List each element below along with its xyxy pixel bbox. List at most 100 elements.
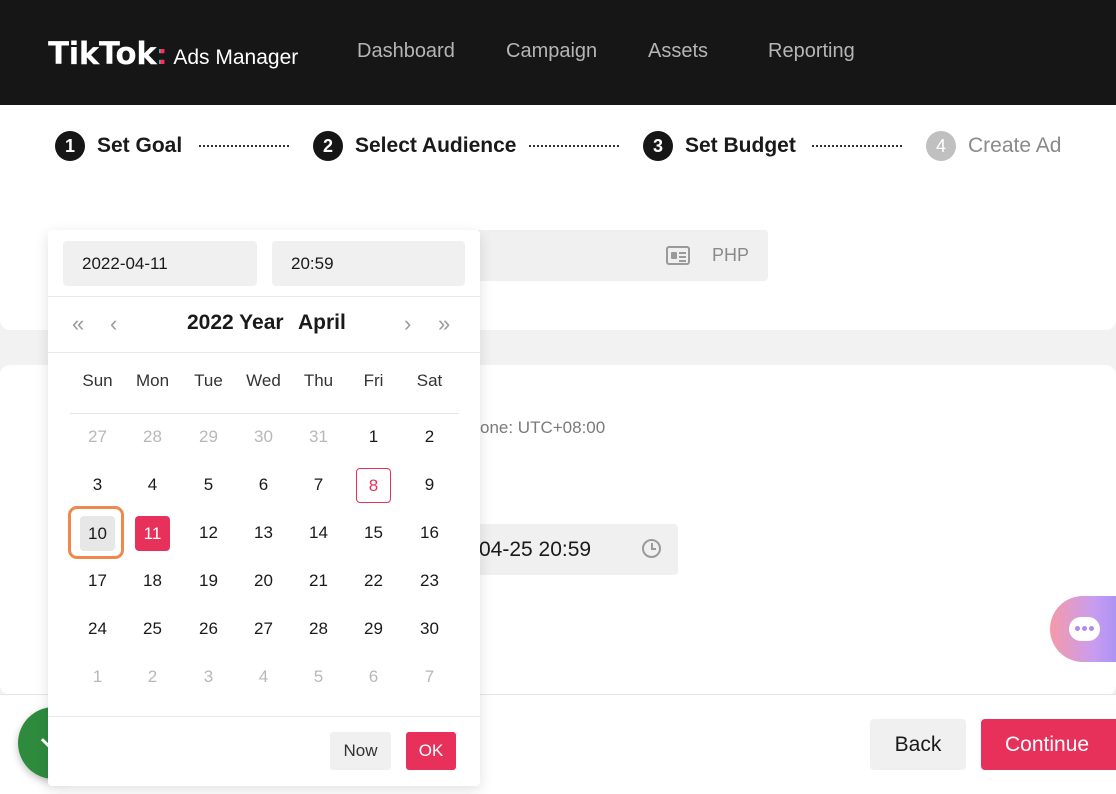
calendar-day[interactable]: 23 [402, 564, 457, 598]
prev-month-button[interactable]: ‹ [110, 309, 117, 339]
calendar-day[interactable]: 9 [402, 468, 457, 502]
divider [48, 716, 480, 717]
timezone-text: one: UTC+08:00 [480, 418, 606, 437]
calendar-day[interactable]: 27 [70, 420, 125, 454]
step-create-ad: 4 Create Ad [926, 131, 1061, 161]
year-label[interactable]: 2022 Year [187, 311, 284, 335]
calendar-day[interactable]: 3 [70, 468, 125, 502]
calendar-day[interactable]: 17 [70, 564, 125, 598]
chat-icon [1069, 617, 1100, 641]
time-input[interactable] [272, 241, 465, 286]
weekday-header: Sat [416, 371, 443, 390]
calendar-day[interactable]: 21 [291, 564, 346, 598]
calendar-day-number: 16 [420, 523, 439, 542]
calendar-day-number: 3 [92, 475, 103, 494]
budget-amount-field[interactable]: PHP [470, 230, 768, 281]
calendar-day[interactable]: 5 [291, 660, 346, 694]
calendar-day[interactable]: 7 [291, 468, 346, 502]
continue-button[interactable]: Continue [981, 719, 1116, 770]
calendar-day-number: 11 [135, 516, 170, 551]
next-month-button[interactable]: › [404, 309, 411, 339]
nav-assets[interactable]: Assets [648, 40, 708, 63]
calendar-day-number: 4 [147, 475, 158, 494]
nav-dashboard[interactable]: Dashboard [357, 40, 455, 63]
calendar-day-number: 30 [420, 619, 439, 638]
calendar-day-number: 14 [309, 523, 328, 542]
calendar-day[interactable]: 1 [346, 420, 401, 454]
date-input[interactable] [63, 241, 257, 286]
weekday-header: Sun [82, 371, 113, 390]
calendar-day[interactable]: 13 [236, 516, 291, 550]
calendar-day[interactable]: 27 [236, 612, 291, 646]
calendar-day[interactable]: 6 [346, 660, 401, 694]
calendar-day[interactable]: 30 [402, 612, 457, 646]
nav-campaign[interactable]: Campaign [506, 40, 597, 63]
nav-reporting[interactable]: Reporting [768, 40, 855, 63]
prev-year-button[interactable]: « [72, 309, 84, 339]
calendar-day[interactable]: 4 [236, 660, 291, 694]
calendar-day-number: 19 [199, 571, 218, 590]
end-time-value: 04-25 20:59 [479, 538, 592, 561]
end-time-field[interactable]: 04-25 20:59 [470, 524, 678, 575]
calendar-day[interactable]: 18 [125, 564, 180, 598]
calendar-day-number: 9 [424, 475, 435, 494]
calendar-day[interactable]: 7 [402, 660, 457, 694]
calendar-day[interactable]: 28 [291, 612, 346, 646]
calendar-day-number: 15 [364, 523, 383, 542]
tiktok-ads-manager-logo[interactable]: TikTok : Ads Manager [48, 36, 298, 72]
calendar-day[interactable]: 2 [125, 660, 180, 694]
calendar-day[interactable]: 10 [70, 516, 125, 551]
calendar-day[interactable]: 14 [291, 516, 346, 550]
calendar-day[interactable]: 15 [346, 516, 401, 550]
calendar-day[interactable]: 25 [125, 612, 180, 646]
calendar-day[interactable]: 8 [346, 468, 401, 503]
calendar-day-number: 29 [199, 427, 218, 446]
step-label: Create Ad [968, 134, 1062, 157]
calendar-day[interactable]: 28 [125, 420, 180, 454]
weekday-header: Wed [246, 371, 281, 390]
month-label[interactable]: April [298, 311, 346, 335]
calendar-day[interactable]: 3 [181, 660, 236, 694]
calendar-day[interactable]: 31 [291, 420, 346, 454]
calendar-day[interactable]: 16 [402, 516, 457, 550]
next-year-button[interactable]: » [438, 309, 450, 339]
chat-support-button[interactable] [1050, 596, 1116, 662]
calendar-day[interactable]: 19 [181, 564, 236, 598]
weekday-header: Tue [194, 371, 223, 390]
calendar-day[interactable]: 24 [70, 612, 125, 646]
now-button[interactable]: Now [330, 732, 391, 770]
currency-label: PHP [712, 245, 750, 265]
calendar-day[interactable]: 2 [402, 420, 457, 454]
calendar-day-number: 26 [199, 619, 218, 638]
calendar-day[interactable]: 20 [236, 564, 291, 598]
calendar-day-number: 3 [203, 667, 214, 686]
calendar-day[interactable]: 29 [346, 612, 401, 646]
calendar-day[interactable]: 26 [181, 612, 236, 646]
calendar-day-number: 8 [356, 468, 391, 503]
calendar-day[interactable]: 29 [181, 420, 236, 454]
calendar-day[interactable]: 22 [346, 564, 401, 598]
calendar-day[interactable]: 12 [181, 516, 236, 550]
calendar-day-number: 27 [254, 619, 273, 638]
calendar-day-number: 18 [143, 571, 162, 590]
calendar-day[interactable]: 30 [236, 420, 291, 454]
calendar-day[interactable]: 1 [70, 660, 125, 694]
calendar-day-number: 5 [313, 667, 324, 686]
calendar-day-number: 7 [424, 667, 435, 686]
calendar-day[interactable]: 6 [236, 468, 291, 502]
step-connector [812, 145, 902, 147]
step-label: Set Goal [97, 134, 183, 157]
calendar-day-number: 4 [258, 667, 269, 686]
calendar-day-number: 10 [80, 516, 115, 551]
divider [48, 352, 480, 353]
step-connector [529, 145, 619, 147]
step-number: 1 [55, 131, 85, 161]
calendar-day-number: 5 [203, 475, 214, 494]
calendar-day-number: 13 [254, 523, 273, 542]
calendar-day[interactable]: 4 [125, 468, 180, 502]
calendar-day[interactable]: 5 [181, 468, 236, 502]
calendar-day[interactable]: 11 [125, 516, 180, 551]
ok-button[interactable]: OK [406, 732, 456, 770]
back-button[interactable]: Back [870, 719, 966, 770]
calendar-day-number: 24 [88, 619, 107, 638]
